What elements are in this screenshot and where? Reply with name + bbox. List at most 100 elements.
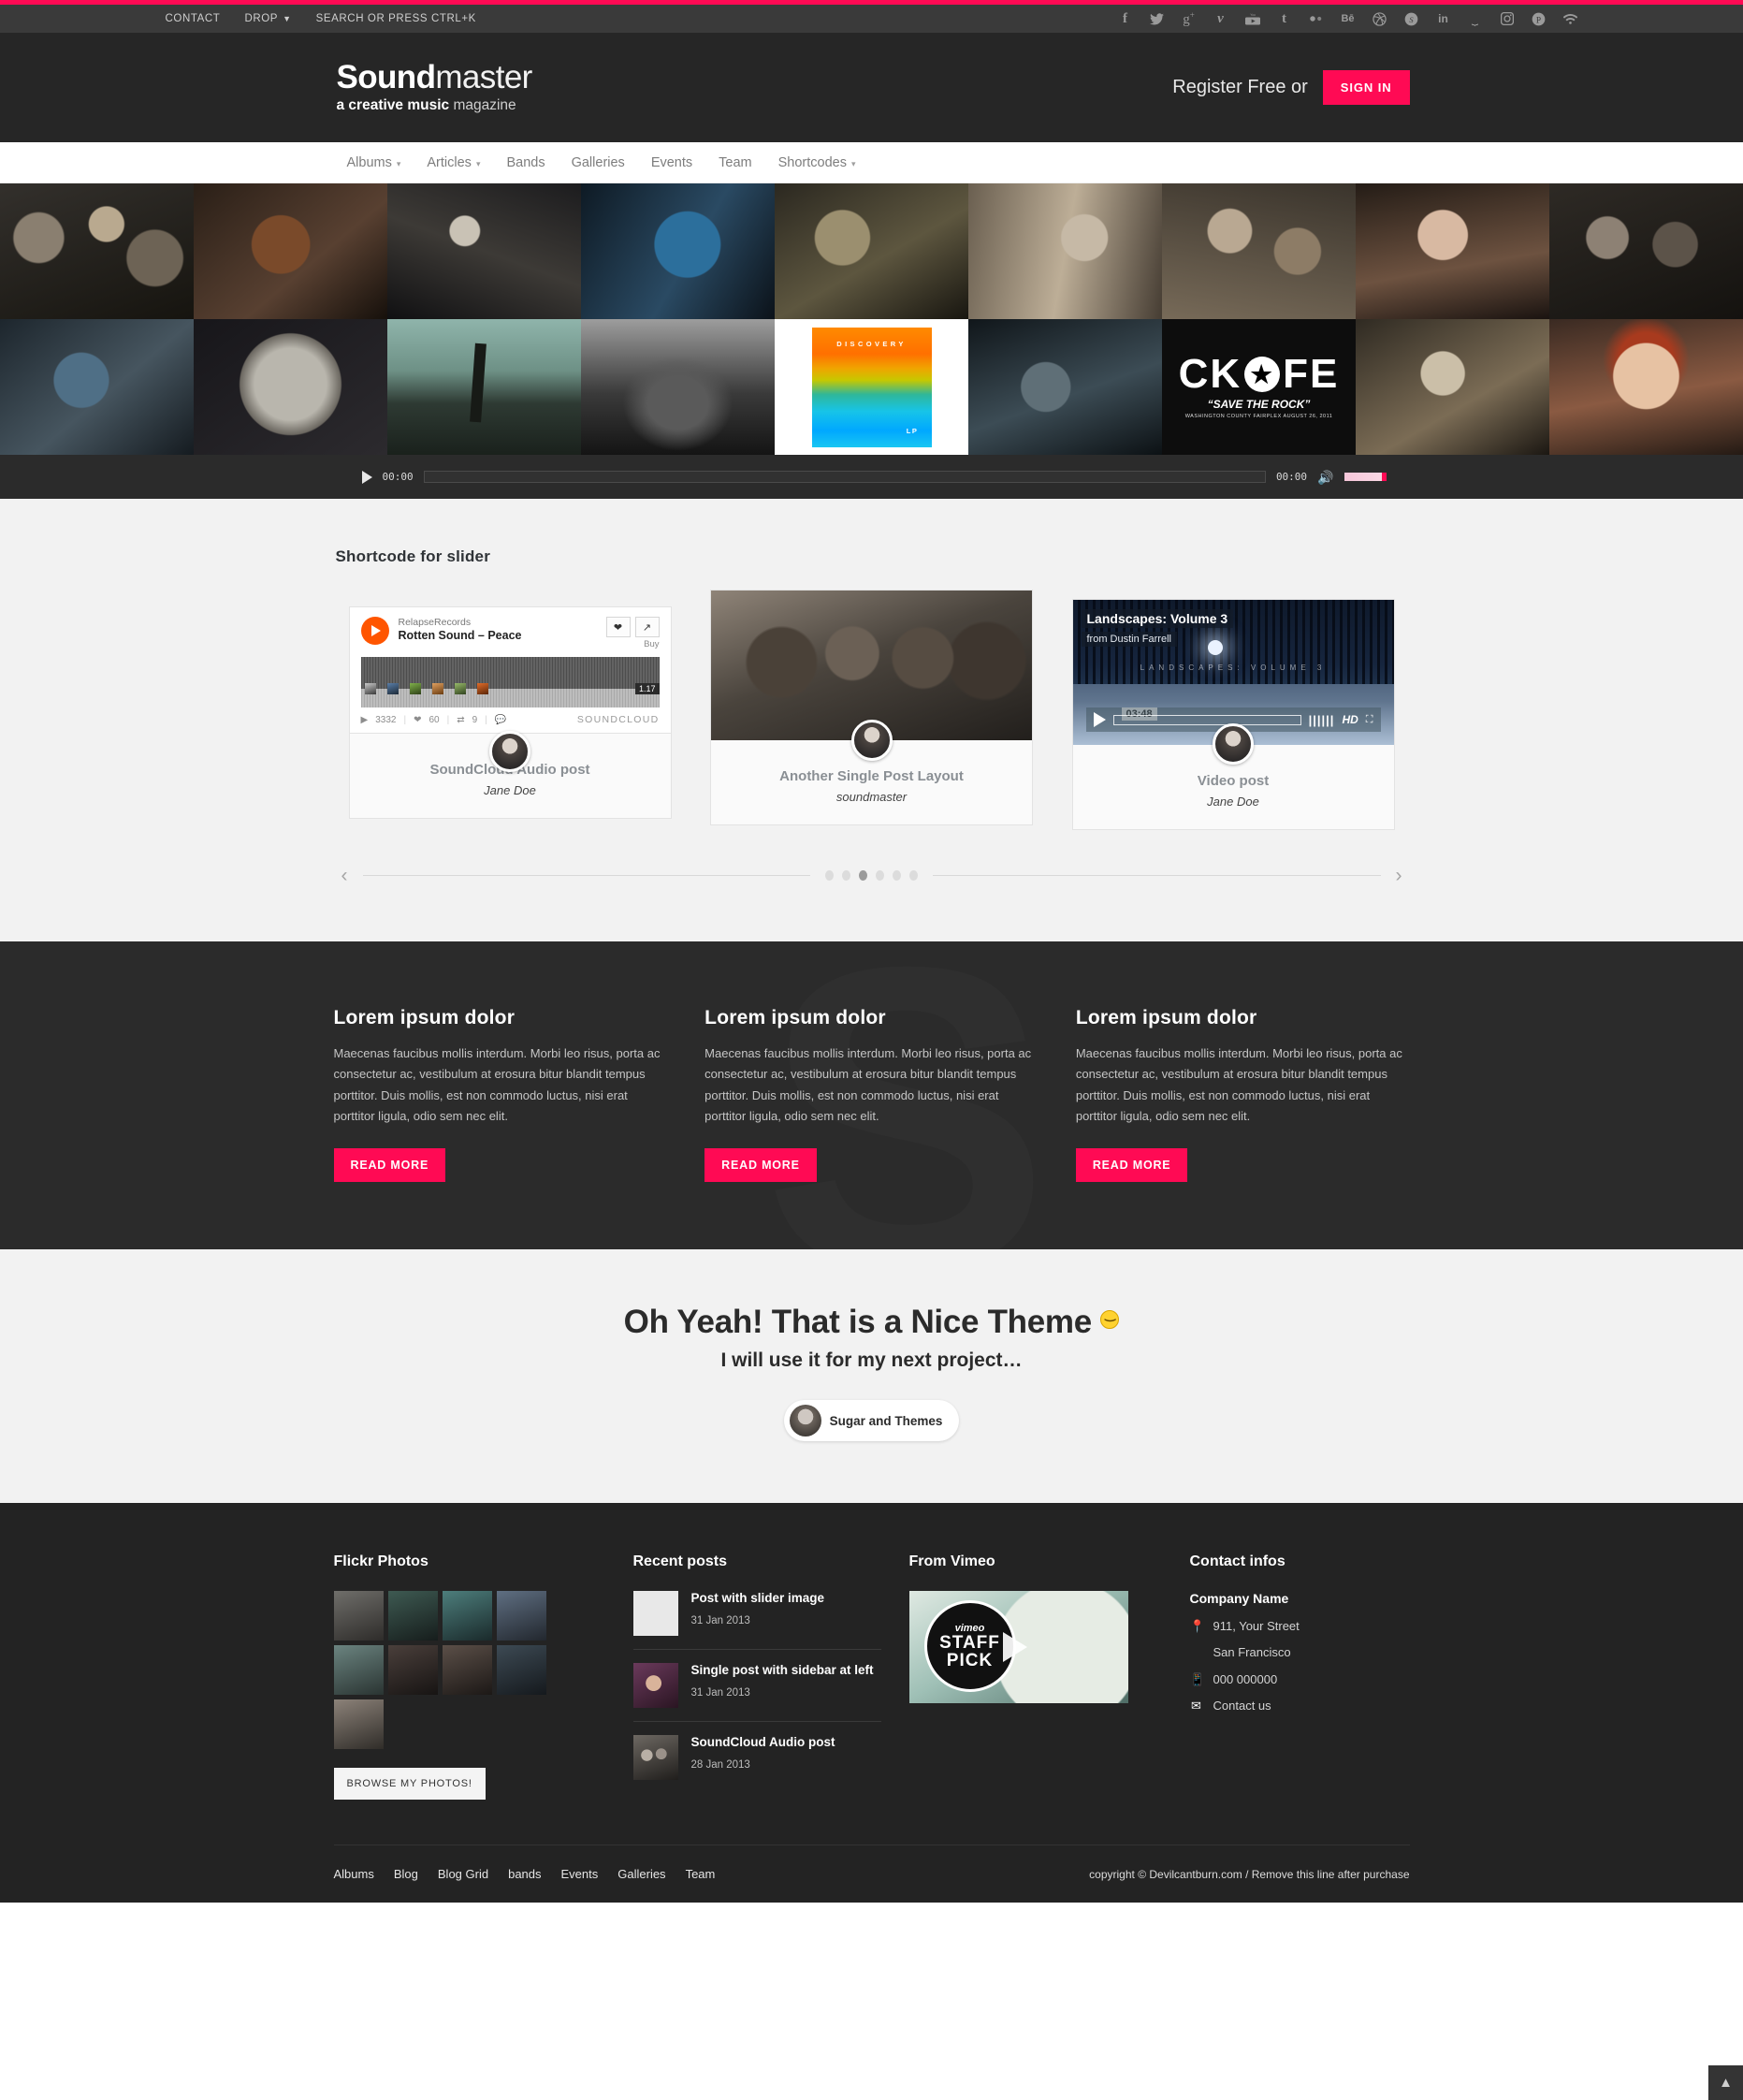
- slider-dot[interactable]: [893, 870, 901, 881]
- card-title[interactable]: Video post: [1073, 773, 1394, 789]
- slider-dot-active[interactable]: [859, 870, 867, 881]
- recent-post-title[interactable]: Post with slider image: [691, 1591, 825, 1606]
- recent-post-title[interactable]: Single post with sidebar at left: [691, 1663, 874, 1678]
- gallery-tile-rockfest[interactable]: CK ★ FE “SAVE THE ROCK” WASHINGTON COUNT…: [1162, 319, 1356, 455]
- gallery-tile[interactable]: [1549, 183, 1743, 319]
- gallery-tile[interactable]: [581, 183, 775, 319]
- nav-item-albums[interactable]: Albums ▾: [334, 142, 414, 184]
- footer-link-team[interactable]: Team: [686, 1867, 716, 1881]
- gallery-tile[interactable]: [194, 319, 387, 455]
- recent-post-item[interactable]: Single post with sidebar at left 31 Jan …: [632, 1650, 881, 1723]
- chevron-right-icon[interactable]: ›: [1396, 866, 1402, 885]
- gallery-tile[interactable]: [775, 183, 968, 319]
- dash-icon[interactable]: ⏟: [1468, 13, 1483, 24]
- facebook-icon[interactable]: f: [1118, 11, 1133, 26]
- contact-email-label[interactable]: Contact us: [1213, 1699, 1271, 1713]
- nav-item-articles[interactable]: Articles ▾: [414, 142, 493, 184]
- slider-card-soundcloud[interactable]: RelapseRecords Rotten Sound – Peace ❤ ↗ …: [348, 606, 672, 819]
- flickr-thumb[interactable]: [442, 1645, 492, 1696]
- dribbble-icon[interactable]: [1373, 11, 1387, 26]
- browse-photos-button[interactable]: BROWSE MY PHOTOS!: [333, 1768, 486, 1801]
- google-plus-icon[interactable]: g+: [1182, 10, 1197, 27]
- sign-in-button[interactable]: SIGN IN: [1322, 70, 1410, 105]
- gallery-tile[interactable]: [581, 319, 775, 455]
- play-icon[interactable]: [361, 470, 372, 484]
- flickr-thumb[interactable]: [496, 1645, 546, 1696]
- flickr-icon[interactable]: [1309, 15, 1324, 22]
- gallery-tile[interactable]: [194, 183, 387, 319]
- soundcloud-play-button[interactable]: [360, 617, 389, 645]
- chevron-up-icon[interactable]: ▲: [1708, 2065, 1743, 2100]
- register-free-text[interactable]: Register Free or: [1172, 77, 1308, 98]
- chevron-left-icon[interactable]: ‹: [341, 866, 348, 885]
- recent-post-item[interactable]: Post with slider image 31 Jan 2013: [632, 1591, 881, 1651]
- flickr-thumb[interactable]: [333, 1699, 384, 1750]
- play-icon[interactable]: [1002, 1632, 1027, 1663]
- linkedin-icon[interactable]: in: [1436, 13, 1451, 24]
- read-more-button[interactable]: READ MORE: [704, 1148, 817, 1183]
- soundcloud-buy-link[interactable]: Buy: [644, 639, 659, 649]
- gallery-tile-discovery[interactable]: DISCOVERY LP: [775, 319, 968, 455]
- player-volume-slider[interactable]: [1344, 473, 1387, 481]
- share-icon[interactable]: ↗: [634, 617, 660, 637]
- card-title[interactable]: Another Single Post Layout: [711, 768, 1032, 784]
- gallery-tile[interactable]: [1356, 183, 1549, 319]
- twitter-icon[interactable]: [1150, 12, 1165, 25]
- topbar-search-link[interactable]: SEARCH OR PRESS CTRL+K: [316, 13, 476, 24]
- footer-link-blog[interactable]: Blog: [394, 1867, 418, 1881]
- gallery-tile[interactable]: [1162, 183, 1356, 319]
- gallery-tile[interactable]: [1549, 319, 1743, 455]
- nav-item-galleries[interactable]: Galleries: [559, 142, 638, 183]
- slider-dot[interactable]: [876, 870, 884, 881]
- flickr-thumb[interactable]: [387, 1591, 438, 1641]
- slider-dot[interactable]: [909, 870, 918, 881]
- hd-badge[interactable]: HD: [1342, 713, 1358, 726]
- soundcloud-waveform[interactable]: 1.17: [360, 657, 660, 707]
- site-logo[interactable]: Soundmaster a creative music magazine: [334, 61, 533, 114]
- flickr-thumb[interactable]: [442, 1591, 492, 1641]
- pinterest-icon[interactable]: P: [1532, 12, 1547, 26]
- tumblr-icon[interactable]: t: [1277, 11, 1292, 26]
- topbar-link-drop[interactable]: DROP ▼: [244, 13, 291, 24]
- slider-dot[interactable]: [825, 870, 834, 881]
- speaker-icon[interactable]: 🔊: [1317, 471, 1333, 484]
- gallery-tile[interactable]: [0, 183, 194, 319]
- play-icon[interactable]: [1093, 712, 1106, 727]
- rss-icon[interactable]: [1563, 13, 1578, 25]
- recent-post-title[interactable]: SoundCloud Audio post: [691, 1735, 835, 1750]
- flickr-thumb[interactable]: [496, 1591, 546, 1641]
- recent-post-item[interactable]: SoundCloud Audio post 28 Jan 2013: [632, 1722, 881, 1793]
- footer-link-bands[interactable]: bands: [508, 1867, 541, 1881]
- read-more-button[interactable]: READ MORE: [333, 1148, 446, 1183]
- vimeo-icon[interactable]: v: [1213, 11, 1228, 26]
- skype-icon[interactable]: S: [1404, 12, 1419, 26]
- nav-item-shortcodes[interactable]: Shortcodes ▾: [765, 142, 869, 184]
- behance-icon[interactable]: Bē: [1341, 13, 1356, 24]
- nav-item-events[interactable]: Events: [638, 142, 705, 183]
- nav-item-team[interactable]: Team: [705, 142, 764, 183]
- video-author[interactable]: from Dustin Farrell: [1081, 632, 1177, 647]
- video-title[interactable]: Landscapes: Volume 3: [1081, 609, 1234, 628]
- gallery-tile[interactable]: [968, 183, 1162, 319]
- gallery-tile[interactable]: [968, 319, 1162, 455]
- footer-link-albums[interactable]: Albums: [334, 1867, 374, 1881]
- gallery-tile[interactable]: [387, 319, 581, 455]
- contact-email-line[interactable]: ✉ Contact us: [1190, 1699, 1410, 1714]
- gallery-tile[interactable]: [387, 183, 581, 319]
- slider-dot[interactable]: [842, 870, 850, 881]
- topbar-link-contact[interactable]: CONTACT: [166, 13, 221, 24]
- vimeo-video-thumbnail[interactable]: vimeo STAFF PICK: [908, 1591, 1128, 1704]
- read-more-button[interactable]: READ MORE: [1075, 1148, 1188, 1183]
- slider-card-photo[interactable]: Another Single Post Layout soundmaster: [710, 590, 1033, 825]
- gallery-tile[interactable]: [0, 319, 194, 455]
- slider-card-video[interactable]: Landscapes: Volume 3 from Dustin Farrell…: [1071, 599, 1395, 830]
- footer-link-events[interactable]: Events: [561, 1867, 599, 1881]
- nav-item-bands[interactable]: Bands: [493, 142, 558, 183]
- volume-bars-icon[interactable]: ||||||: [1309, 713, 1335, 727]
- youtube-icon[interactable]: You: [1244, 13, 1260, 25]
- gallery-tile[interactable]: [1356, 319, 1549, 455]
- flickr-thumb[interactable]: [387, 1645, 438, 1696]
- footer-link-blog-grid[interactable]: Blog Grid: [438, 1867, 488, 1881]
- heart-icon[interactable]: ❤: [605, 617, 631, 637]
- flickr-thumb[interactable]: [333, 1645, 384, 1696]
